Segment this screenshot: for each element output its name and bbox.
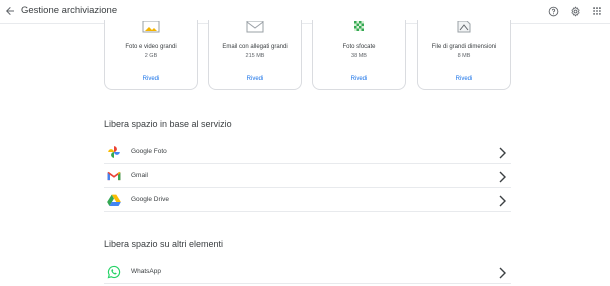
service-label: WhatsApp [131, 268, 161, 275]
card-size: 215 MB [245, 53, 265, 59]
card-large-files[interactable]: File di grandi dimensioni 8 MB Rivedi [417, 20, 511, 90]
email-attachment-icon [245, 20, 265, 33]
service-label: Google Drive [131, 196, 169, 203]
card-name: Foto sfocate [342, 44, 376, 50]
card-email-attachments[interactable]: Email con allegati grandi 215 MB Rivedi [208, 20, 302, 90]
chevron-right-icon [497, 146, 507, 159]
card-size: 38 MB [351, 53, 367, 59]
apps-grid-icon[interactable] [590, 4, 604, 18]
review-link[interactable]: Rivedi [105, 76, 197, 82]
service-row-google-drive[interactable]: Google Drive [104, 188, 511, 212]
gmail-icon [106, 168, 122, 184]
service-row-google-photos[interactable]: Google Foto [104, 140, 511, 164]
page-title: Gestione archiviazione [21, 5, 118, 16]
arrow-left-icon[interactable] [2, 3, 18, 19]
card-name: File di grandi dimensioni [431, 44, 497, 50]
service-row-gmail[interactable]: Gmail [104, 164, 511, 188]
chevron-right-icon [497, 266, 507, 279]
service-row-whatsapp[interactable]: WhatsApp [104, 260, 511, 284]
other-section-title: Libera spazio su altri elementi [104, 239, 224, 249]
card-large-photos[interactable]: Foto e video grandi 2 GB Rivedi [104, 20, 198, 90]
chevron-right-icon [497, 170, 507, 183]
review-link[interactable]: Rivedi [418, 76, 510, 82]
settings-icon[interactable] [568, 4, 582, 18]
cleanup-cards: Foto e video grandi 2 GB Rivedi Email co… [104, 20, 511, 90]
large-file-icon [454, 20, 474, 33]
card-name: Foto e video grandi [125, 44, 177, 50]
photo-thumbnail-icon [141, 20, 161, 33]
review-link[interactable]: Rivedi [209, 76, 301, 82]
service-label: Google Foto [131, 148, 167, 155]
card-blurred-photos[interactable]: Foto sfocate 38 MB Rivedi [312, 20, 406, 90]
card-name: Email con allegati grandi [222, 44, 288, 50]
whatsapp-icon [106, 264, 122, 280]
card-size: 8 MB [457, 53, 471, 59]
blurred-photo-icon [349, 20, 369, 32]
chevron-right-icon [497, 194, 507, 207]
card-size: 2 GB [144, 53, 158, 59]
service-section-title: Libera spazio in base al servizio [104, 119, 232, 129]
review-link[interactable]: Rivedi [313, 76, 405, 82]
help-icon[interactable] [546, 4, 560, 18]
service-label: Gmail [131, 172, 148, 179]
google-photos-icon [106, 144, 122, 160]
google-drive-icon [106, 192, 122, 208]
